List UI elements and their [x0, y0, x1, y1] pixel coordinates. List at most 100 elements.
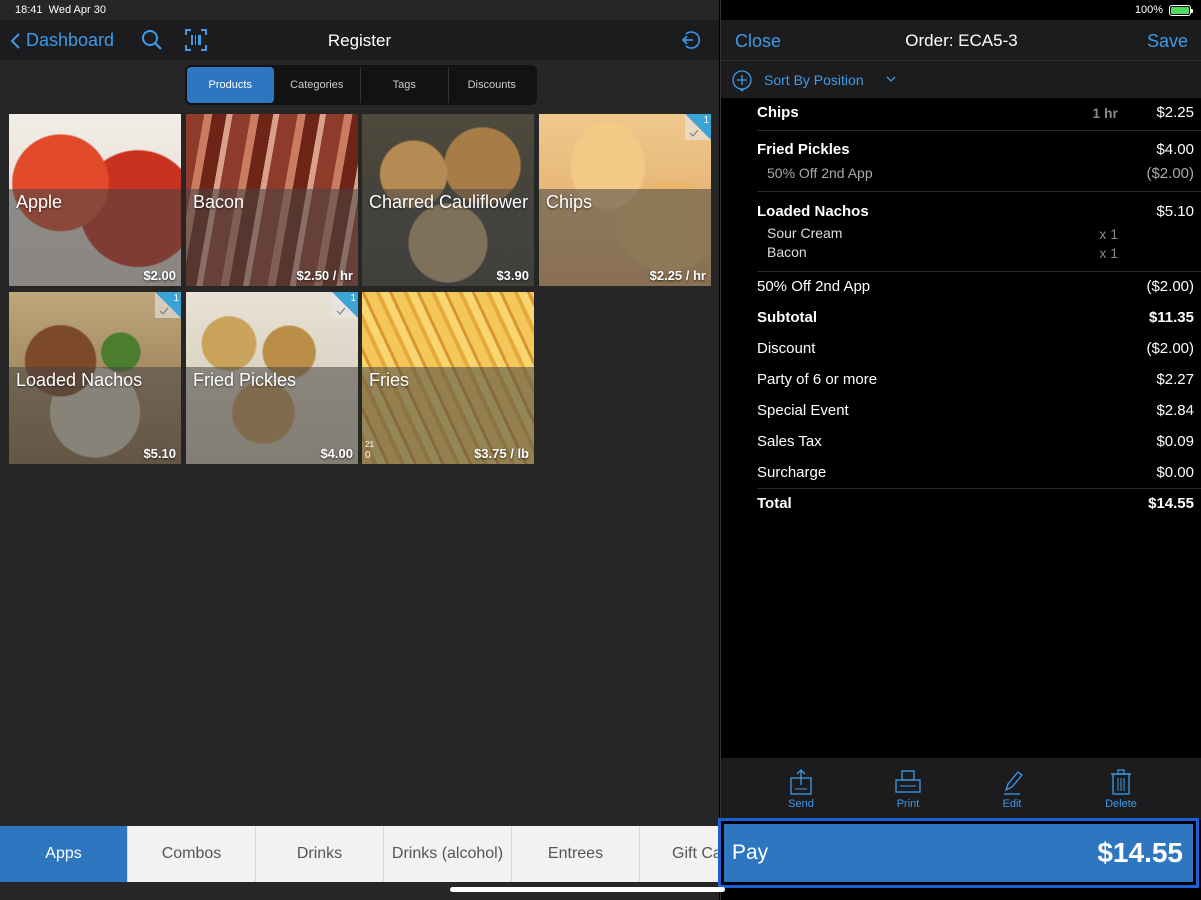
- in-cart-badge: 1: [332, 292, 358, 318]
- total-label: Total: [757, 495, 792, 512]
- pencil-icon: [1004, 771, 1023, 795]
- barcode-scan-icon[interactable]: [184, 28, 208, 52]
- product-price: $5.10: [143, 446, 176, 461]
- product-tile-loaded-nachos[interactable]: Loaded Nachos $5.10 1: [9, 292, 181, 464]
- surcharge-row: Surcharge $0.00: [757, 458, 1201, 489]
- product-name: Bacon: [193, 192, 245, 212]
- order-title: Order: ECA5-3: [905, 31, 1018, 50]
- category-tab-drinks-alcohol[interactable]: Drinks (alcohol): [384, 826, 512, 882]
- product-tile-chips[interactable]: Chips $2.25 / hr 1: [539, 114, 711, 286]
- product-tile-bacon[interactable]: Bacon $2.50 / hr: [186, 114, 358, 286]
- segment-categories[interactable]: Categories: [274, 67, 361, 103]
- pay-label: Pay: [732, 841, 769, 864]
- line-item-name: Chips: [757, 104, 799, 121]
- save-button[interactable]: Save: [1147, 31, 1188, 52]
- subtotal-value: $11.35: [1148, 309, 1194, 326]
- order-line-fried-pickles[interactable]: Fried Pickles $4.00 50% Off 2nd App ($2.…: [757, 131, 1201, 192]
- pay-amount: $14.55: [1097, 837, 1183, 868]
- order-action-bar: Send Print Edit Delete: [721, 758, 1201, 820]
- order-line-loaded-nachos[interactable]: Loaded Nachos $5.10 Sour Cream x 1 Bacon…: [757, 192, 1201, 272]
- party-fee-label: Party of 6 or more: [757, 371, 878, 388]
- order-line-chips[interactable]: Chips 1 hr $2.25: [757, 98, 1201, 131]
- product-name: Charred Cauliflower: [369, 192, 529, 212]
- surcharge-value: $0.00: [1156, 464, 1194, 481]
- segment-tags[interactable]: Tags: [361, 67, 449, 103]
- edit-label: Edit: [1002, 798, 1022, 810]
- print-button[interactable]: Print: [878, 768, 938, 810]
- order-discount-row[interactable]: 50% Off 2nd App ($2.00): [757, 272, 1201, 303]
- send-icon: [790, 769, 812, 795]
- category-tab-drinks[interactable]: Drinks: [256, 826, 384, 882]
- line-item-discount-amount: ($2.00): [1146, 165, 1194, 182]
- order-discount-label: 50% Off 2nd App: [757, 278, 871, 295]
- category-tab-entrees[interactable]: Entrees: [512, 826, 640, 882]
- dashboard-back-button[interactable]: Dashboard: [10, 30, 114, 51]
- send-label: Send: [788, 798, 814, 810]
- modifier-name: Bacon: [767, 244, 807, 260]
- product-tile-charred-cauliflower[interactable]: Charred Cauliflower $3.90: [362, 114, 534, 286]
- pay-button[interactable]: Pay $14.55: [718, 818, 1199, 888]
- product-tile-apple[interactable]: Apple $2.00: [9, 114, 181, 286]
- delete-button[interactable]: Delete: [1091, 768, 1151, 810]
- delete-label: Delete: [1105, 798, 1137, 810]
- line-item-name: Fried Pickles: [757, 141, 850, 158]
- product-tile-fries[interactable]: Fries $3.75 / lb 21 0: [362, 292, 534, 464]
- order-panel: Close Order: ECA5-3 Save Sort By Positio…: [718, 0, 1201, 900]
- party-fee-value: $2.27: [1156, 371, 1194, 388]
- register-header: Dashboard Register: [0, 20, 719, 60]
- logout-icon[interactable]: [680, 29, 702, 51]
- special-event-label: Special Event: [757, 402, 849, 419]
- status-bar: 18:41 Wed Apr 30 100%: [0, 0, 1201, 20]
- stock-count: 21 0: [365, 439, 374, 461]
- product-price: $2.25 / hr: [649, 268, 706, 283]
- sort-label: Sort By Position: [764, 72, 864, 88]
- product-price: $3.90: [496, 268, 529, 283]
- print-label: Print: [896, 798, 920, 810]
- battery-percent: 100%: [1134, 4, 1163, 16]
- sales-tax-label: Sales Tax: [757, 433, 822, 450]
- subtotal-row: Subtotal $11.35: [757, 303, 1201, 334]
- in-cart-badge: 1: [155, 292, 181, 318]
- sales-tax-row: Sales Tax $0.09: [757, 427, 1201, 458]
- line-item-price: $2.25: [1156, 104, 1194, 121]
- trash-icon: [1111, 769, 1131, 795]
- stock-count-bottom: 0: [365, 450, 371, 461]
- category-tab-apps[interactable]: Apps: [0, 826, 128, 882]
- send-button[interactable]: Send: [771, 768, 831, 810]
- stock-count-top: 21: [365, 440, 374, 449]
- edit-button[interactable]: Edit: [982, 768, 1042, 810]
- sort-bar[interactable]: Sort By Position: [721, 60, 1201, 98]
- home-indicator: [450, 887, 725, 892]
- category-tab-gift-cards[interactable]: Gift Ca: [640, 826, 719, 882]
- close-button[interactable]: Close: [735, 31, 781, 52]
- cart-count: 1: [173, 293, 179, 304]
- order-discount-value: ($2.00): [1146, 278, 1194, 295]
- category-tab-combos[interactable]: Combos: [128, 826, 256, 882]
- register-panel: Dashboard Register Products Categories T…: [0, 0, 719, 900]
- battery-icon: [1169, 5, 1193, 16]
- segment-discounts[interactable]: Discounts: [449, 67, 536, 103]
- search-icon[interactable]: [140, 28, 164, 52]
- product-name: Fried Pickles: [193, 370, 297, 390]
- special-event-value: $2.84: [1156, 402, 1194, 419]
- product-name: Apple: [16, 192, 63, 212]
- sales-tax-value: $0.09: [1156, 433, 1194, 450]
- modifier-name: Sour Cream: [767, 225, 843, 241]
- view-segmented-control: Products Categories Tags Discounts: [185, 65, 537, 105]
- product-price: $3.75 / lb: [474, 446, 529, 461]
- order-line-list: Chips 1 hr $2.25 Fried Pickles $4.00 50%…: [757, 98, 1201, 520]
- add-circle-icon: [732, 70, 752, 92]
- printer-icon: [895, 770, 921, 793]
- line-item-price: $4.00: [1156, 141, 1194, 158]
- line-item-discount-name: 50% Off 2nd App: [767, 165, 873, 181]
- in-cart-badge: 1: [685, 114, 711, 140]
- product-price: $2.50 / hr: [296, 268, 353, 283]
- order-header: Close Order: ECA5-3 Save: [721, 20, 1201, 60]
- product-name: Fries: [369, 370, 409, 390]
- product-tile-fried-pickles[interactable]: Fried Pickles $4.00 1: [186, 292, 358, 464]
- back-label: Dashboard: [26, 30, 115, 50]
- surcharge-label: Surcharge: [757, 464, 827, 481]
- segment-products[interactable]: Products: [187, 67, 274, 103]
- product-price: $4.00: [320, 446, 353, 461]
- subtotal-label: Subtotal: [757, 309, 817, 326]
